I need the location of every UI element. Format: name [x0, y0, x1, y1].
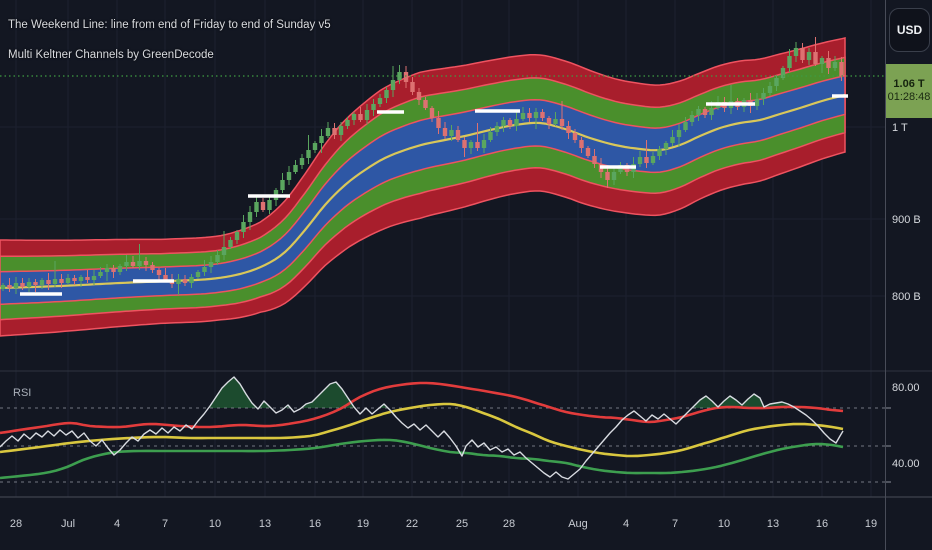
svg-text:16: 16 — [309, 518, 321, 530]
last-price-badge: 1.06 T 01:28:48 — [886, 64, 932, 118]
indicator-title-weekend-line[interactable]: The Weekend Line: line from end of Frida… — [8, 19, 331, 31]
price-axis[interactable]: 1 T 900 B 800 B 80.00 40.00 — [886, 122, 921, 483]
main-price-panel — [0, 37, 848, 337]
svg-text:Aug: Aug — [568, 518, 588, 530]
svg-text:13: 13 — [259, 518, 271, 530]
svg-text:7: 7 — [162, 518, 168, 530]
svg-text:4: 4 — [623, 518, 629, 530]
svg-text:1 T: 1 T — [892, 122, 908, 134]
chart-canvas[interactable]: 1 T900 B800 B80.0040.00 28 Jul 4 7 10 13 16 19 2… — [0, 0, 932, 550]
svg-text:80.00: 80.00 — [892, 382, 920, 394]
indicator-title-keltner[interactable]: Multi Keltner Channels by GreenDecode — [8, 49, 214, 61]
svg-text:Jul: Jul — [61, 518, 75, 530]
svg-text:4: 4 — [114, 518, 120, 530]
svg-text:800 B: 800 B — [892, 291, 921, 303]
rsi-panel — [0, 376, 886, 483]
rsi-panel-label[interactable]: RSI — [13, 387, 31, 399]
svg-text:25: 25 — [456, 518, 468, 530]
svg-text:19: 19 — [865, 518, 877, 530]
svg-text:28: 28 — [503, 518, 515, 530]
svg-text:22: 22 — [406, 518, 418, 530]
rsi-level-lines — [0, 407, 886, 483]
last-price-value: 1.06 T — [893, 78, 925, 90]
rsi-line-basis — [0, 402, 844, 458]
svg-text:13: 13 — [767, 518, 779, 530]
svg-text:16: 16 — [816, 518, 828, 530]
bar-countdown-timer: 01:28:48 — [887, 91, 931, 103]
svg-text:40.00: 40.00 — [892, 458, 920, 470]
svg-text:900 B: 900 B — [892, 214, 921, 226]
rsi-overbought-fill — [208, 377, 796, 408]
currency-usd-button[interactable]: USD — [889, 8, 930, 52]
svg-text:10: 10 — [209, 518, 221, 530]
svg-text:19: 19 — [357, 518, 369, 530]
tradingview-chart-window: 1 T 900 B 800 B 80.00 40.00 28 Jul 4 7 10 13 16 19 2… — [0, 0, 932, 550]
rsi-line-rsi — [0, 376, 844, 480]
keltner-channel-bands — [0, 37, 846, 337]
svg-text:7: 7 — [672, 518, 678, 530]
rsi-series-lines — [0, 376, 844, 480]
svg-text:10: 10 — [718, 518, 730, 530]
svg-text:28: 28 — [10, 518, 22, 530]
time-axis[interactable]: 28 Jul 4 7 10 13 16 19 22 25 28 Aug 4 7 10 13 16 19 — [10, 518, 877, 530]
